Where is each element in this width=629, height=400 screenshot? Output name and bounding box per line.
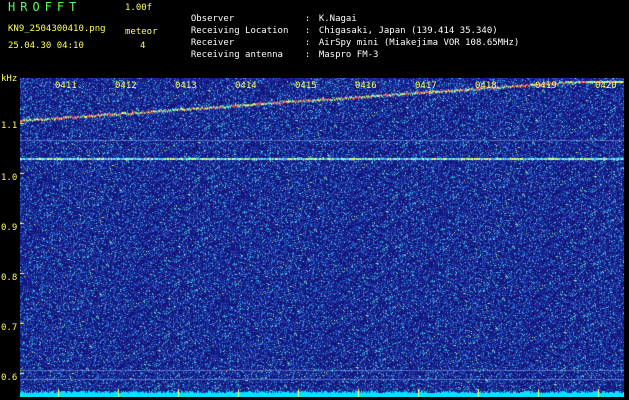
y-tick-label: 0.9 — [1, 223, 18, 233]
time-label: 0414 — [235, 81, 257, 91]
filename-label: KN9_2504300410.png — [8, 24, 106, 34]
y-axis-unit: kHz — [1, 74, 18, 84]
meteor-label: meteor — [125, 27, 158, 37]
y-tick-label: 0.8 — [1, 273, 18, 283]
y-tick-label: 1.0 — [1, 173, 18, 183]
datetime-label: 25.04.30 04:10 — [8, 41, 84, 51]
time-label: 0417 — [415, 81, 437, 91]
y-tick-label: 0.6 — [1, 373, 18, 383]
version-label: 1.00f — [125, 3, 153, 13]
time-label: 0412 — [115, 81, 137, 91]
time-label: 0418 — [475, 81, 497, 91]
meta-value: Maspro FM-3 — [318, 50, 379, 60]
time-label: 0420 — [595, 81, 617, 91]
time-label: 0416 — [355, 81, 377, 91]
time-label: 0415 — [295, 81, 317, 91]
app-logo: HROFFT — [8, 0, 82, 14]
meta-colon: : — [304, 50, 311, 60]
y-tick-label: 0.7 — [1, 323, 18, 333]
spectrogram-canvas — [20, 78, 624, 397]
time-label: 0413 — [175, 81, 197, 91]
meta-key: Receiving antenna — [190, 50, 283, 60]
time-label: 0411 — [55, 81, 77, 91]
time-label: 0419 — [535, 81, 557, 91]
meteor-count: 4 — [140, 41, 146, 51]
y-tick-label: 1.1 — [1, 121, 18, 131]
meta-row-antenna: Receiving antenna: Maspro FM-3 — [180, 40, 379, 60]
